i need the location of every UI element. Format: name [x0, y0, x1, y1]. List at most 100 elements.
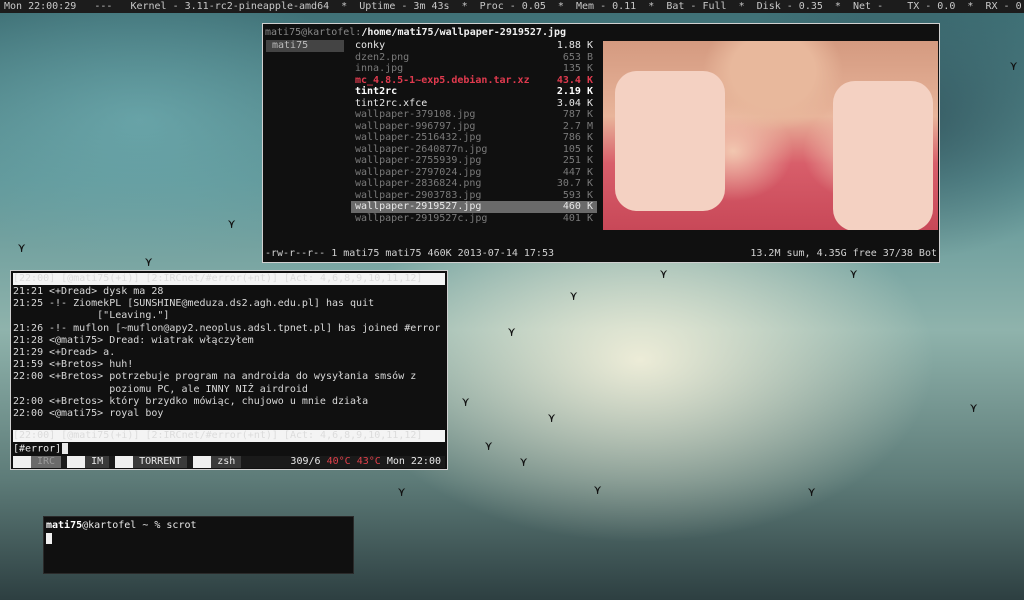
bird-icon: ⋎ — [570, 289, 578, 303]
file-size: 447 K — [562, 166, 593, 178]
message-timestamp — [13, 310, 49, 322]
parent-dir-item[interactable]: mati75 — [266, 40, 344, 52]
irc-message-line: 21:29 <+Dread> a. — [13, 347, 445, 359]
bird-icon: ⋎ — [485, 439, 493, 453]
file-name: wallpaper-2755939.jpg — [355, 155, 482, 166]
file-row[interactable]: wallpaper-2797024.jpg 447 K — [351, 167, 597, 179]
file-row[interactable]: wallpaper-2755939.jpg 251 K — [351, 155, 597, 167]
bird-icon: ⋎ — [548, 411, 556, 425]
irc-message-line: 21:21 <+Dread> dysk ma 28 — [13, 286, 445, 298]
bird-icon: ⋎ — [145, 255, 153, 269]
file-size: 653 B — [562, 51, 593, 63]
file-row[interactable]: wallpaper-2836824.png 30.7 K — [351, 178, 597, 190]
status-mem: Mem - 0.11 — [576, 1, 637, 12]
file-row[interactable]: dzen2.png 653 B — [351, 52, 597, 64]
file-name: tint2rc — [355, 86, 398, 97]
file-size: 401 K — [562, 212, 593, 224]
file-row[interactable]: wallpaper-2516432.jpg 786 K — [351, 132, 597, 144]
status-tx: TX - 0.0 — [907, 1, 956, 12]
file-row[interactable]: wallpaper-2919527c.jpg 401 K — [351, 213, 597, 225]
file-size: 786 K — [562, 132, 593, 143]
text-cursor — [62, 443, 69, 454]
file-name: tint2rc.xfce — [355, 97, 428, 109]
bird-icon: ⋎ — [462, 395, 470, 409]
cpu-temp-1: 40°C — [326, 456, 351, 467]
file-manager-window[interactable]: mati75@kartofel:/home/mati75/wallpaper-2… — [262, 23, 940, 263]
terminal-command: @kartofel ~ % scrot — [82, 520, 197, 531]
path-current: /home/mati75/wallpaper-2919527.jpg — [361, 27, 567, 38]
bird-icon: ⋎ — [1010, 59, 1018, 73]
status-bat: Bat - Full — [666, 1, 727, 12]
status-proc: Proc - 0.05 — [479, 1, 546, 12]
file-row[interactable]: wallpaper-2919527.jpg 460 K — [351, 201, 597, 213]
file-row[interactable]: wallpaper-996797.jpg 2.7 M — [351, 121, 597, 133]
file-name: wallpaper-2919527c.jpg — [355, 212, 488, 224]
status-uptime: Uptime - 3m 43s — [359, 1, 450, 12]
file-row[interactable]: conky 1.88 K — [351, 40, 597, 52]
file-size: 105 K — [562, 143, 593, 155]
file-row[interactable]: wallpaper-2640877n.jpg 105 K — [351, 144, 597, 156]
irc-input-prompt: [#error] — [13, 443, 62, 455]
message-text: <+Dread> dysk ma 28 — [49, 286, 164, 297]
message-timestamp: 22:00 — [13, 371, 44, 383]
tmux-tab-bar: IRC IM TORRENT zsh 309/6 40°C 43°C Mon 2… — [13, 456, 445, 468]
tab-torrent[interactable]: TORRENT — [115, 456, 188, 468]
message-timestamp: 21:21 — [13, 286, 44, 297]
irc-message-log: 21:21 <+Dread> dysk ma 28 21:25 -!- ZiomekP… — [13, 286, 445, 420]
irc-message-line: poziomu PC, ale INNY NIŻ airdroid — [13, 384, 445, 396]
tab-zsh[interactable]: zsh — [193, 456, 242, 468]
file-size: 593 K — [562, 189, 593, 201]
file-list[interactable]: conky 1.88 Kdzen2.png 653 Binna.jpg 135 Kmc… — [351, 40, 597, 224]
message-timestamp: 21:29 — [13, 347, 44, 359]
tab-bar-status: 309/6 40°C 43°C Mon 22:00 — [290, 456, 445, 468]
file-name: mc_4.8.5-1~exp5.debian.tar.xz — [355, 74, 530, 86]
file-name: wallpaper-2516432.jpg — [355, 132, 482, 143]
file-status-bar: -rw-r--r-- 1 mati75 mati75 460K 2013-07-… — [265, 247, 937, 260]
top-status-bar: Mon 22:00:29 --- Kernel - 3.11-rc2-pinea… — [0, 0, 1024, 13]
message-text: poziomu PC, ale INNY NIŻ airdroid — [49, 383, 308, 395]
terminal-cursor — [46, 533, 52, 544]
irc-title-bar: [22:00] [@mati75(+i)] [2:IRCnet/#error(+… — [13, 273, 445, 285]
status-net: Net - — [853, 1, 884, 12]
irc-window[interactable]: [22:00] [@mati75(+i)] [2:IRCnet/#error(+… — [10, 270, 448, 470]
file-row[interactable]: mc_4.8.5-1~exp5.debian.tar.xz 43.4 K — [351, 75, 597, 87]
message-timestamp: 22:00 — [13, 395, 44, 407]
file-row[interactable]: tint2rc 2.19 K — [351, 86, 597, 98]
file-name: dzen2.png — [355, 51, 410, 63]
message-text: <+Dread> a. — [49, 347, 116, 359]
status-kernel: Kernel - 3.11-rc2-pineapple-amd64 — [130, 1, 330, 12]
file-row[interactable]: tint2rc.xfce 3.04 K — [351, 98, 597, 110]
file-size: 251 K — [562, 155, 593, 166]
cpu-temp-2: 43°C — [356, 456, 381, 467]
file-row[interactable]: inna.jpg 135 K — [351, 63, 597, 75]
file-status-right: 13.2M sum, 4.35G free 37/38 Bot — [750, 248, 937, 259]
file-row[interactable]: wallpaper-379108.jpg 787 K — [351, 109, 597, 121]
file-name: conky — [355, 40, 386, 51]
message-text: -!- muflon [~muflon@apy2.neoplus.adsl.tp… — [49, 322, 441, 334]
status-clock: Mon 22:00:29 — [4, 1, 77, 12]
message-text: ["Leaving."] — [49, 310, 170, 322]
terminal-prompt-line: mati75@kartofel ~ % scrot — [46, 520, 197, 532]
bird-icon: ⋎ — [398, 485, 406, 499]
file-row[interactable]: wallpaper-2903783.jpg 593 K — [351, 190, 597, 202]
bird-icon: ⋎ — [594, 483, 602, 497]
bird-icon: ⋎ — [228, 217, 236, 231]
bird-icon: ⋎ — [520, 455, 528, 469]
message-text: <+Bretos> huh! — [49, 359, 134, 371]
file-size: 3.04 K — [556, 97, 593, 109]
file-size: 787 K — [562, 109, 593, 120]
file-name: wallpaper-2797024.jpg — [355, 166, 482, 178]
terminal-window[interactable]: mati75@kartofel ~ % scrot — [43, 516, 354, 574]
tab-bar-clock: Mon 22:00 — [386, 456, 441, 467]
message-timestamp: 21:26 — [13, 322, 44, 334]
irc-input-line[interactable]: [#error] — [13, 443, 69, 455]
file-status-left: -rw-r--r-- 1 mati75 mati75 460K 2013-07-… — [265, 248, 554, 259]
tab-im[interactable]: IM — [67, 456, 110, 468]
file-name: inna.jpg — [355, 63, 404, 74]
status-separator: --- — [94, 1, 113, 12]
tab-irc[interactable]: IRC — [13, 456, 62, 468]
preview-hand-left — [615, 71, 725, 211]
irc-message-line: 21:26 -!- muflon [~muflon@apy2.neoplus.ad… — [13, 323, 445, 335]
bird-icon: ⋎ — [850, 267, 858, 281]
message-timestamp: 21:25 — [13, 298, 44, 310]
